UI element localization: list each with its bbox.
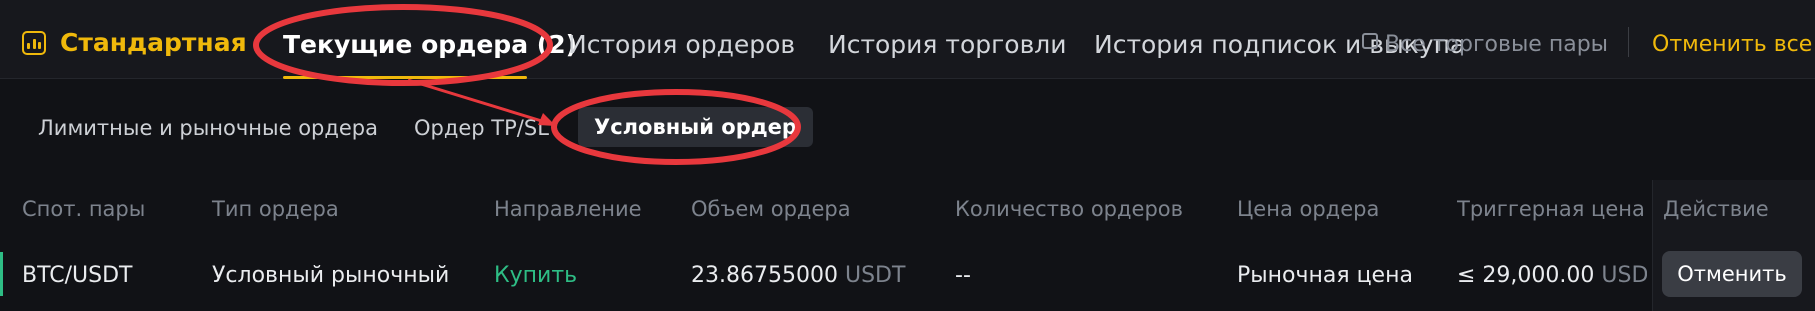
mode-selector[interactable]: Стандартная (22, 28, 247, 57)
tab-trade-history[interactable]: История торговли (828, 30, 1067, 59)
subtab-limit-market[interactable]: Лимитные и рыночные ордера (38, 116, 378, 140)
col-header-price: Цена ордера (1237, 197, 1380, 221)
trigger-unit: USDT (1601, 263, 1647, 288)
col-header-pair: Спот. пары (22, 197, 146, 221)
cell-price: Рыночная цена (1237, 263, 1413, 288)
top-bar-divider (0, 78, 1815, 79)
col-header-type: Тип ордера (212, 197, 339, 221)
trigger-value: ≤ 29,000.00 (1457, 263, 1595, 288)
col-header-action: Действие (1663, 197, 1769, 221)
mode-label: Стандартная (60, 28, 247, 57)
all-pairs-label[interactable]: Все торговые пары (1385, 32, 1608, 57)
cell-type: Условный рыночный (212, 263, 450, 288)
subtab-conditional[interactable]: Условный ордер (578, 107, 813, 147)
bar-chart-icon (22, 30, 46, 55)
cancel-order-button[interactable]: Отменить (1662, 251, 1802, 297)
tab-open-orders[interactable]: Текущие ордера (2) (283, 30, 577, 59)
cell-side: Купить (494, 263, 578, 288)
subtab-tp-sl[interactable]: Ордер TP/SL (414, 116, 549, 140)
volume-value: 23.86755000 (691, 263, 838, 288)
tab-order-history[interactable]: История ордеров (568, 30, 795, 59)
col-header-volume: Объем ордера (691, 197, 851, 221)
cancel-all-button[interactable]: Отменить все (1652, 32, 1812, 57)
col-header-quantity: Количество ордеров (955, 197, 1184, 221)
active-tab-indicator (283, 76, 527, 79)
col-header-side: Направление (494, 197, 642, 221)
cell-volume: 23.86755000 USDT (691, 263, 905, 288)
col-header-trigger: Триггерная цена (1457, 197, 1645, 221)
cell-pair[interactable]: BTC/USDT (22, 263, 132, 288)
cell-quantity: -- (955, 263, 971, 288)
volume-unit: USDT (844, 263, 906, 288)
cell-trigger: ≤ 29,000.00 USDT (1457, 263, 1647, 288)
all-pairs-checkbox[interactable] (1362, 33, 1378, 49)
row-side-marker (0, 252, 3, 296)
header-divider (1628, 27, 1629, 57)
